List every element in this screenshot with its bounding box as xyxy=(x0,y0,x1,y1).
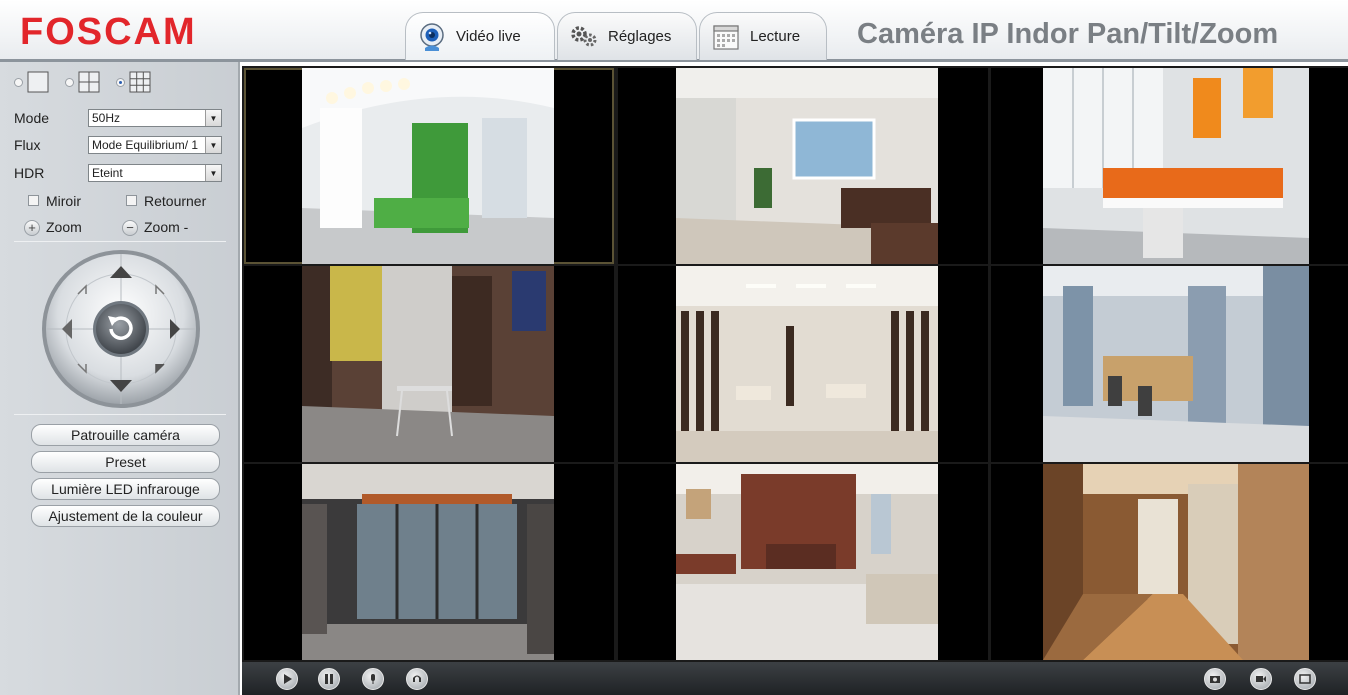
hdr-row: HDR Eteint ▼ xyxy=(14,162,222,184)
flux-select[interactable]: Mode Equilibrium/ 1 ▼ xyxy=(88,136,222,154)
divider xyxy=(14,241,226,242)
zoom-out-label: Zoom - xyxy=(144,219,189,235)
tab-settings[interactable]: Réglages xyxy=(557,12,697,60)
layout-radio-9[interactable] xyxy=(116,77,125,87)
flip-label: Retourner xyxy=(144,193,207,209)
flux-label: Flux xyxy=(14,137,41,153)
camera-feed-5 xyxy=(676,266,938,462)
fullscreen-button[interactable] xyxy=(1294,668,1316,690)
video-cell-2[interactable] xyxy=(618,68,988,264)
camera-feed-9 xyxy=(1043,464,1309,660)
mode-label: Mode xyxy=(14,110,50,126)
tab-settings-label: Réglages xyxy=(608,28,672,45)
control-sidebar: Mode 50Hz ▼ Flux Mode Equilibrium/ 1 ▼ H… xyxy=(0,62,240,695)
ptz-control[interactable] xyxy=(40,248,202,410)
play-icon xyxy=(284,674,292,684)
camera-feed-2 xyxy=(676,68,938,264)
mirror-checkbox[interactable] xyxy=(28,195,39,206)
foscam-logo: FOSCAM xyxy=(20,11,197,53)
single-view-icon xyxy=(27,71,49,93)
talk-button[interactable] xyxy=(362,668,384,690)
video-cell-6[interactable] xyxy=(991,266,1348,462)
ir-led-button[interactable]: Lumière LED infrarouge xyxy=(31,478,220,500)
layout-option-4[interactable] xyxy=(65,71,100,93)
tab-live-video-label: Vidéo live xyxy=(456,28,521,45)
tab-playback[interactable]: Lecture xyxy=(699,12,827,60)
fullscreen-icon xyxy=(1299,674,1311,684)
hdr-select[interactable]: Eteint ▼ xyxy=(88,164,222,182)
mode-select-value: 50Hz xyxy=(92,111,121,125)
nine-view-icon xyxy=(129,71,151,93)
preset-button[interactable]: Preset xyxy=(31,451,220,473)
tab-playback-label: Lecture xyxy=(750,28,801,45)
video-cell-1[interactable] xyxy=(244,68,614,264)
record-icon xyxy=(1256,676,1266,682)
camera-feed-6 xyxy=(1043,266,1309,462)
tab-live-video[interactable]: Vidéo live xyxy=(405,12,555,60)
video-cell-8[interactable] xyxy=(618,464,988,660)
layout-radio-1[interactable] xyxy=(14,77,23,87)
flux-select-value: Mode Equilibrium/ 1 xyxy=(92,138,199,152)
ptz-center-button[interactable] xyxy=(96,304,146,354)
mode-row: Mode 50Hz ▼ xyxy=(14,107,222,129)
stop-button[interactable] xyxy=(318,668,340,690)
camera-feed-3 xyxy=(1043,68,1309,264)
mirror-label: Miroir xyxy=(46,193,81,209)
flip-checkbox[interactable] xyxy=(126,195,137,206)
zoom-out-button[interactable]: − xyxy=(122,220,138,236)
camera-feed-1 xyxy=(302,68,554,264)
patrol-button[interactable]: Patrouille caméra xyxy=(31,424,220,446)
layout-option-1[interactable] xyxy=(14,71,49,93)
flux-row: Flux Mode Equilibrium/ 1 ▼ xyxy=(14,134,222,156)
video-cell-3[interactable] xyxy=(991,68,1348,264)
calendar-icon xyxy=(713,25,739,50)
view-layout-selector xyxy=(14,70,167,94)
video-cell-9[interactable] xyxy=(991,464,1348,660)
play-button[interactable] xyxy=(276,668,298,690)
snapshot-button[interactable] xyxy=(1204,668,1226,690)
camera-feed-4 xyxy=(302,266,554,462)
chevron-down-icon[interactable]: ▼ xyxy=(205,137,221,153)
layout-option-9[interactable] xyxy=(116,71,151,93)
hdr-select-value: Eteint xyxy=(92,166,123,180)
bottom-control-bar xyxy=(242,662,1348,695)
talk-icon xyxy=(371,674,375,684)
video-cell-5[interactable] xyxy=(618,266,988,462)
zoom-in-label: Zoom xyxy=(46,219,82,235)
camera-feed-7 xyxy=(302,464,554,660)
video-cell-7[interactable] xyxy=(244,464,614,660)
zoom-row: + Zoom − Zoom - xyxy=(24,218,224,238)
chevron-down-icon[interactable]: ▼ xyxy=(205,110,221,126)
listen-button[interactable] xyxy=(406,668,428,690)
mirror-flip-row: Miroir Retourner xyxy=(28,192,228,212)
layout-radio-4[interactable] xyxy=(65,77,74,87)
page-title: Caméra IP Indor Pan/Tilt/Zoom xyxy=(857,18,1279,50)
record-button[interactable] xyxy=(1250,668,1272,690)
gears-icon xyxy=(571,26,597,47)
quad-view-icon xyxy=(78,71,100,93)
video-cell-4[interactable] xyxy=(244,266,614,462)
camera-feed-8 xyxy=(676,464,938,660)
stop-icon xyxy=(325,674,333,684)
mode-select[interactable]: 50Hz ▼ xyxy=(88,109,222,127)
app-window: FOSCAM Vidéo live Réglages Lecture Camér… xyxy=(0,0,1348,695)
hdr-label: HDR xyxy=(14,165,45,181)
snapshot-icon xyxy=(1210,676,1220,683)
video-grid xyxy=(242,66,1348,662)
header-bar: FOSCAM Vidéo live Réglages Lecture Camér… xyxy=(0,0,1348,62)
listen-icon xyxy=(413,675,421,682)
webcam-icon xyxy=(420,23,444,51)
chevron-down-icon[interactable]: ▼ xyxy=(205,165,221,181)
color-adjust-button[interactable]: Ajustement de la couleur xyxy=(31,505,220,527)
zoom-in-button[interactable]: + xyxy=(24,220,40,236)
divider xyxy=(14,414,226,415)
